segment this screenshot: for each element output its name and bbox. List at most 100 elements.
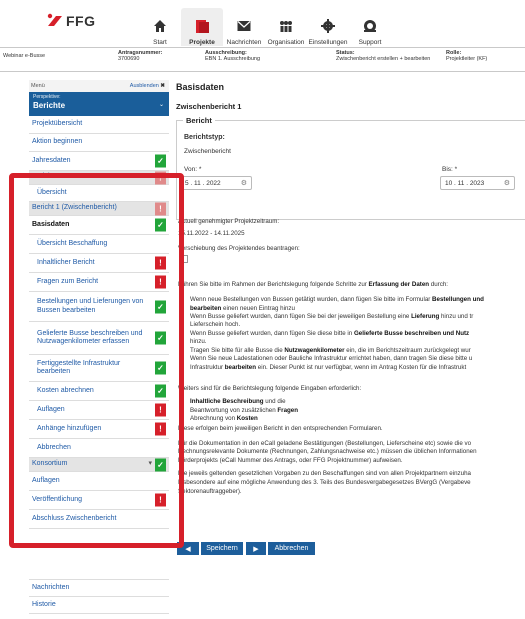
folder-icon — [194, 17, 210, 35]
sidebar-item-label: Übersicht — [37, 188, 67, 196]
sidebar-item-historie[interactable]: Historie — [29, 597, 169, 614]
sidebar-item-label: Übersicht Beschaffung — [37, 239, 108, 247]
sidebar: Menü Ausblenden ✖ Perspektive: Berichte … — [29, 80, 169, 529]
sidebar-item[interactable]: Kosten abrechnen ✓ — [29, 382, 169, 401]
sidebar-item[interactable]: Übersicht Beschaffung — [29, 235, 169, 254]
sidebar-item-label: Fragen zum Bericht — [37, 277, 99, 285]
check-icon: ✓ — [155, 154, 166, 168]
check-icon: ✓ — [155, 300, 166, 313]
warning-icon: ! — [155, 171, 166, 184]
sidebar-item[interactable]: Bericht 1 (Zwischenbericht)! — [29, 202, 169, 216]
chevron-down-icon: ⌄ — [158, 102, 164, 108]
bis-label: Bis: * — [442, 166, 458, 173]
instruction-line: Infrastruktur bearbeiten ein. Dieser Pun… — [190, 364, 467, 371]
warning-icon: ! — [155, 403, 166, 417]
nav-label: Support — [358, 39, 382, 46]
sidebar-item[interactable]: Bestellungen und Lieferungen von Bussen … — [29, 292, 169, 322]
caret-down-icon[interactable]: ▾ — [148, 459, 152, 467]
nav-organisation[interactable]: Organisation — [265, 8, 307, 46]
instruction-line: Diese erfolgen beim jeweiligen Bericht i… — [178, 425, 383, 432]
sidebar-item-label: Fertiggestellte Infrastruktur bearbeiten — [37, 359, 121, 376]
sidebar-item[interactable]: Berichte! — [29, 171, 169, 185]
sidebar-item-label: Abschluss Zwischenbericht — [32, 514, 117, 522]
nav-einstellungen[interactable]: Einstellungen — [307, 8, 349, 46]
sidebar-item[interactable]: Fertiggestellte Infrastruktur bearbeiten… — [29, 355, 169, 382]
instruction-line: Wenn neue Bestellungen von Bussen getäti… — [190, 296, 484, 303]
instruction-line: Sektorenauftraggeber). — [178, 488, 242, 495]
sidebar-item-nachrichten[interactable]: Nachrichten — [29, 580, 169, 597]
next-button[interactable]: ▶ — [246, 542, 266, 555]
mail-icon — [237, 17, 251, 35]
sidebar-item[interactable]: Veröffentlichung! — [29, 491, 169, 510]
sidebar-item-label: Veröffentlichung — [32, 495, 83, 503]
instruction-line: Weiters sind für die Berichtslegung folg… — [178, 385, 362, 392]
perspective-select[interactable]: Perspektive: Berichte ⌄ — [29, 92, 169, 116]
sidebar-item-label: Anhänge hinzufügen — [37, 424, 102, 432]
check-icon: ✓ — [155, 361, 166, 375]
instruction-line: Rechnungsrelevante Dokumente (Rechnungen… — [178, 448, 477, 455]
bis-date-input[interactable]: 10 . 11 . 2023 ⚙ — [440, 176, 515, 190]
bericht-fieldset — [176, 120, 525, 220]
arrow-left-icon: ◀ — [185, 545, 191, 553]
sidebar-item[interactable]: Projektübersicht — [29, 116, 169, 134]
warning-icon: ! — [155, 256, 166, 270]
nav-start[interactable]: Start — [139, 8, 181, 46]
calendar-icon[interactable]: ⚙ — [504, 179, 510, 187]
logo-mark-icon — [47, 13, 62, 26]
sidebar-item[interactable]: Aktion beginnen — [29, 134, 169, 152]
sidebar-item[interactable]: Übersicht — [29, 185, 169, 202]
instruction-line: Inhaltliche Beschreibung und die — [190, 398, 286, 405]
sidebar-item[interactable]: Abschluss Zwischenbericht — [29, 510, 169, 529]
bis-date-value: 10 . 11 . 2023 — [445, 180, 485, 187]
sidebar-item[interactable]: Fragen zum Bericht! — [29, 273, 169, 292]
von-date-input[interactable]: 5 . 11 . 2022 ⚙ — [180, 176, 252, 190]
sidebar-item-label: Basisdaten — [32, 220, 70, 228]
sidebar-item-label: Auflagen — [37, 405, 65, 413]
back-button[interactable]: ◀ — [177, 542, 199, 555]
nav-label: Start — [153, 39, 167, 46]
sidebar-item[interactable]: Auflagen — [29, 472, 169, 491]
calendar-icon[interactable]: ⚙ — [241, 179, 247, 187]
sidebar-item[interactable]: Basisdaten ✓ — [29, 216, 169, 235]
sidebar-item-label: Abbrechen — [37, 443, 71, 451]
verschiebung-checkbox[interactable] — [180, 255, 188, 263]
instruction-line: Führen Sie bitte im Rahmen der Berichtsl… — [178, 281, 448, 288]
sidebar-item[interactable]: Auflagen! — [29, 401, 169, 420]
menu-label: Menü — [31, 83, 45, 89]
ffg-logo[interactable]: FFG — [46, 12, 96, 30]
sidebar-item-label: Kosten abrechnen — [37, 386, 94, 394]
gear-icon — [321, 17, 335, 35]
sidebar-item-label: Bestellungen und Lieferungen von Bussen … — [37, 298, 144, 314]
fieldset-legend: Bericht — [183, 116, 215, 125]
report-subtitle: Zwischenbericht 1 — [176, 102, 242, 111]
zeitraum-label: Aktuell genehmigter Projektzeitraum: — [178, 218, 280, 225]
sidebar-item[interactable]: Abbrechen — [29, 439, 169, 458]
warning-icon: ! — [155, 275, 166, 289]
sidebar-item[interactable]: Gelieferte Busse beschreiben und Nutzwag… — [29, 322, 169, 355]
nav-nachrichten[interactable]: Nachrichten — [223, 8, 265, 46]
nav-projekte[interactable]: Projekte — [181, 8, 223, 46]
ausschreibung-value: EBN 1. Ausschreibung — [205, 56, 261, 62]
info-divider — [0, 71, 525, 72]
sidebar-item-label: Auflagen — [32, 476, 60, 484]
check-icon: ✓ — [155, 458, 166, 471]
antrag-value: 3700690 — [118, 56, 140, 62]
check-icon: ✓ — [155, 218, 166, 232]
sidebar-item-label: Inhaltlicher Bericht — [37, 258, 95, 266]
perspective-label: Perspektive: — [33, 94, 61, 100]
status-field: Status: Zwischenbericht erstellen + bear… — [336, 50, 430, 62]
sidebar-item[interactable]: Anhänge hinzufügen! — [29, 420, 169, 439]
sidebar-item-label: Bericht 1 (Zwischenbericht) — [32, 204, 117, 212]
save-button[interactable]: Speichern — [201, 542, 243, 555]
arrow-right-icon: ▶ — [253, 545, 259, 553]
sidebar-item-label: Historie — [32, 600, 56, 608]
instruction-line: Förderprojekts (eCall Nummer des Antrags… — [178, 457, 403, 464]
sidebar-item[interactable]: Inhaltlicher Bericht! — [29, 254, 169, 273]
hide-menu-button[interactable]: Ausblenden ✖ — [130, 83, 165, 89]
cancel-button[interactable]: Abbrechen — [268, 542, 315, 555]
antrag-field: Antragsnummer: 3700690 — [118, 50, 162, 62]
nav-support[interactable]: Support — [349, 8, 391, 46]
sidebar-item[interactable]: Jahresdaten ✓ — [29, 152, 169, 171]
sidebar-item[interactable]: Konsortium ▾ ✓ — [29, 458, 169, 472]
warning-icon: ! — [155, 493, 166, 507]
